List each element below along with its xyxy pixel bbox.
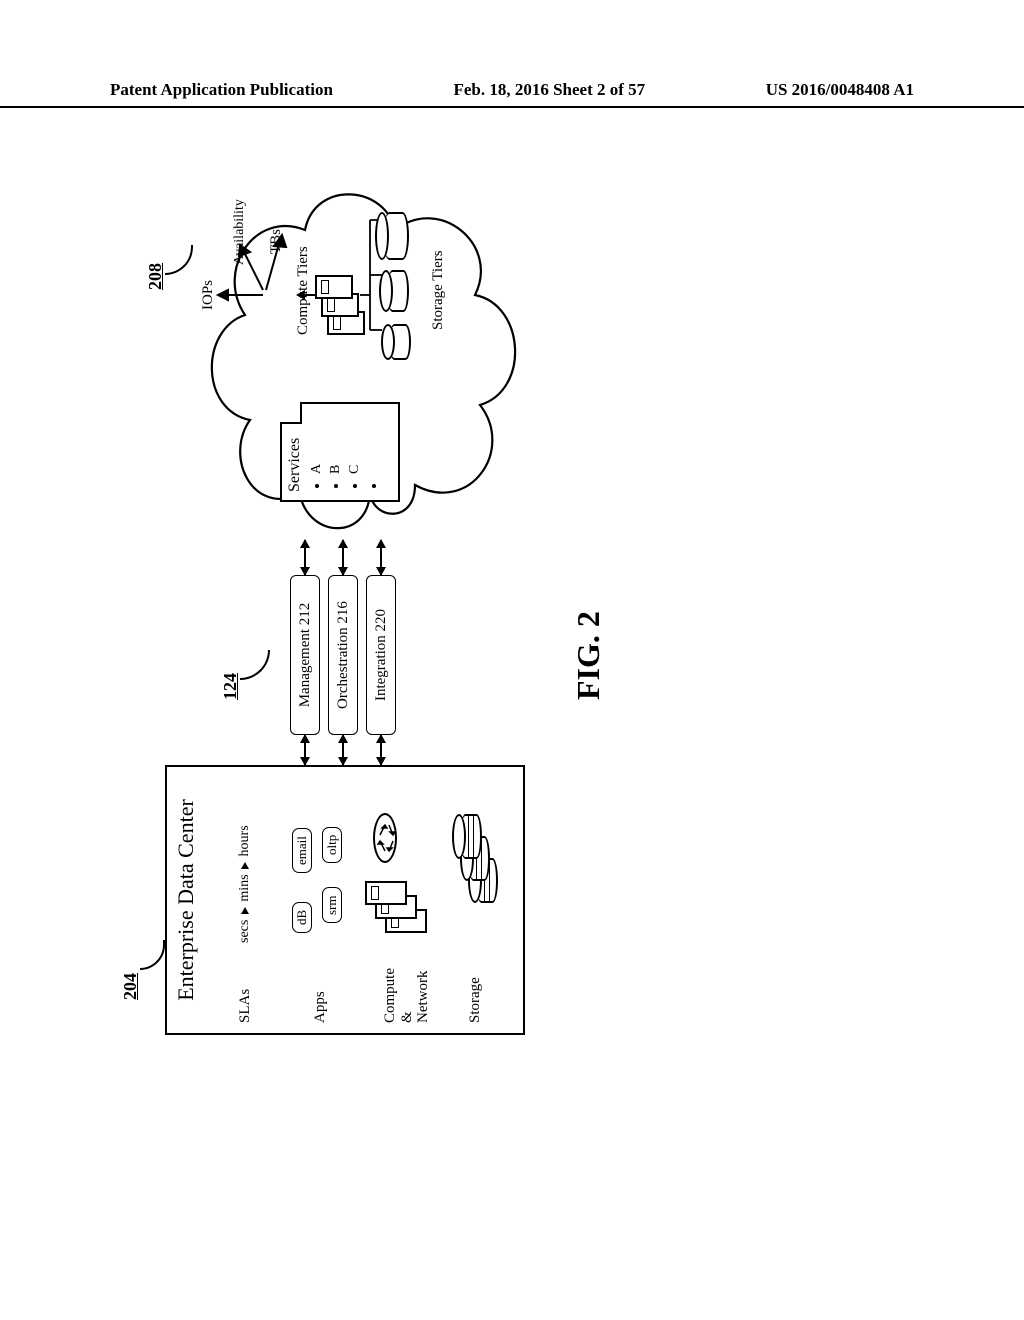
- management-box: Management 212: [290, 575, 320, 735]
- compute-network-label: Compute & Network: [382, 968, 432, 1023]
- bi-arrow-icon: [304, 735, 306, 765]
- app-db: dB: [292, 902, 312, 933]
- ref-208: 208: [145, 263, 166, 290]
- ref-204-leader: [140, 940, 165, 970]
- slas-mins: mins: [237, 874, 252, 901]
- slas-hours: hours: [237, 825, 252, 856]
- server-icon: [365, 881, 407, 905]
- disk-icon: [379, 270, 409, 312]
- ref-204: 204: [120, 973, 141, 1000]
- server-icon: [315, 275, 353, 299]
- ref-124: 124: [220, 673, 241, 700]
- apps-label: Apps: [312, 991, 329, 1023]
- slas-label: SLAs: [237, 989, 254, 1023]
- ref-124-leader: [240, 650, 270, 680]
- app-email: email: [292, 828, 312, 873]
- service-item: B: [327, 412, 346, 474]
- services-list: A B C: [308, 412, 384, 492]
- service-item: A: [308, 412, 327, 474]
- slas-secs: secs: [237, 920, 252, 943]
- compute-network-graphic: [365, 803, 435, 933]
- service-item: [365, 412, 384, 474]
- slas-value: secs mins hours: [237, 825, 253, 943]
- storage-tiers-graphic: [375, 220, 430, 360]
- storage-tiers-label: Storage Tiers: [430, 250, 447, 330]
- header-center: Feb. 18, 2016 Sheet 2 of 57: [453, 80, 645, 100]
- iops-arrows-icon: [208, 185, 308, 345]
- page-header: Patent Application Publication Feb. 18, …: [0, 0, 1024, 108]
- disk-icon: [452, 814, 482, 859]
- orchestration-box: Orchestration 216: [328, 575, 358, 735]
- header-right: US 2016/0048408 A1: [766, 80, 914, 100]
- router-icon: [373, 813, 397, 863]
- services-title: Services: [286, 412, 304, 492]
- app-oltp: oltp: [322, 827, 342, 863]
- enterprise-data-center-box: Enterprise Data Center SLAs secs mins ho…: [165, 765, 525, 1035]
- bi-arrow-icon: [342, 735, 344, 765]
- header-left: Patent Application Publication: [110, 80, 333, 100]
- storage-graphic: [452, 793, 507, 903]
- figure-rotated-canvas: 204 Enterprise Data Center SLAs secs min…: [12, 218, 1012, 1042]
- router-arrows-icon: [375, 815, 395, 861]
- service-item: C: [346, 412, 365, 474]
- bi-arrow-icon: [380, 735, 382, 765]
- arrow-right-icon: [241, 862, 249, 869]
- arrow-right-icon: [241, 907, 249, 914]
- figure-label: FIG. 2: [570, 611, 607, 700]
- services-box: Services A B C: [280, 402, 400, 502]
- edc-title: Enterprise Data Center: [167, 767, 199, 1033]
- app-srm: srm: [322, 888, 342, 924]
- disk-icon: [375, 212, 409, 260]
- integration-box: Integration 220: [366, 575, 396, 735]
- up-arrow-icon: [296, 288, 316, 302]
- disk-icon: [381, 324, 411, 360]
- storage-label: Storage: [467, 977, 484, 1023]
